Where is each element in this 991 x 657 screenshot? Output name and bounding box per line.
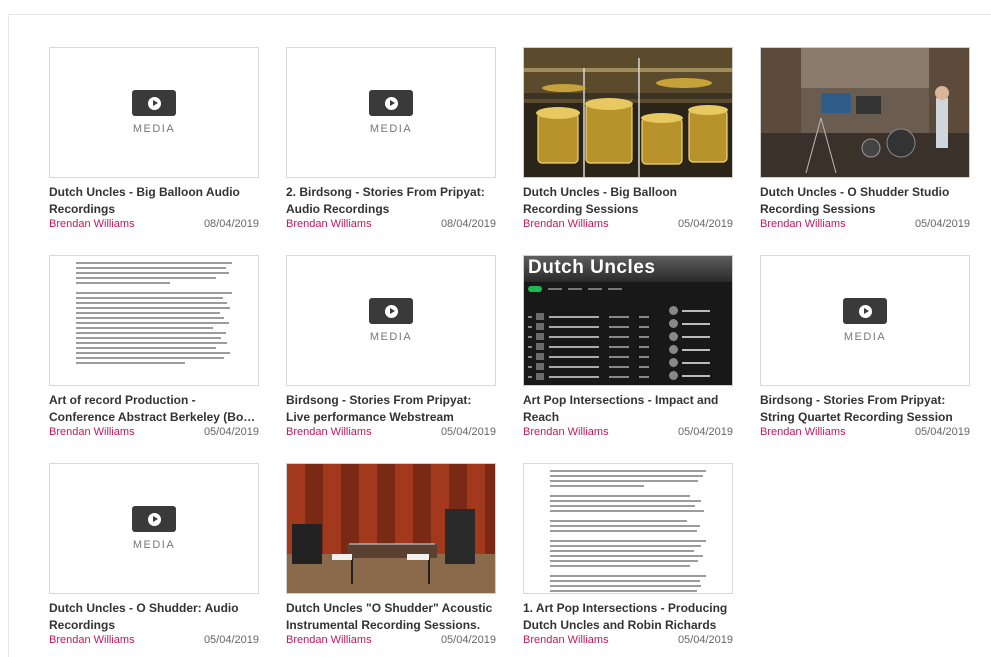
media-card[interactable]: MEDIA 2. Birdsong - Stories From Pripyat… (286, 47, 496, 230)
media-meta: Brendan Williams 05/04/2019 (760, 426, 970, 439)
media-meta: Brendan Williams 05/04/2019 (49, 634, 259, 647)
media-card[interactable]: 1. Art Pop Intersections - Producing Dut… (523, 463, 733, 646)
media-thumbnail[interactable]: MEDIA (286, 47, 496, 178)
media-card[interactable]: MEDIA Dutch Uncles - Big Balloon Audio R… (49, 47, 259, 230)
author-link[interactable]: Brendan Williams (523, 218, 609, 231)
media-card[interactable]: MEDIA Birdsong - Stories From Pripyat: S… (760, 255, 970, 438)
media-meta: Brendan Williams 05/04/2019 (49, 426, 259, 439)
date-label: 05/04/2019 (440, 634, 496, 646)
media-card[interactable]: Dutch Uncles "O Shudder" Acoustic Instru… (286, 463, 496, 646)
stage-photo (287, 464, 495, 593)
media-card[interactable]: Dutch Uncles - O Shudder Studio Recordin… (760, 47, 970, 230)
media-meta: Brendan Williams 05/04/2019 (760, 218, 970, 231)
media-placeholder: MEDIA (287, 256, 495, 385)
media-placeholder: MEDIA (761, 256, 969, 385)
document-preview-image (524, 464, 732, 593)
media-placeholder: MEDIA (50, 464, 258, 593)
date-label: 05/04/2019 (677, 218, 733, 230)
play-icon (843, 298, 887, 324)
author-link[interactable]: Brendan Williams (49, 426, 135, 439)
media-placeholder: MEDIA (50, 48, 258, 177)
author-link[interactable]: Brendan Williams (49, 218, 135, 231)
media-thumbnail[interactable] (760, 47, 970, 178)
media-thumbnail[interactable] (49, 255, 259, 386)
play-icon (369, 90, 413, 116)
media-meta: Brendan Williams 08/04/2019 (286, 218, 496, 231)
date-label: 05/04/2019 (914, 218, 970, 230)
media-thumbnail[interactable]: Dutch Uncles (523, 255, 733, 386)
author-link[interactable]: Brendan Williams (286, 634, 372, 647)
date-label: 05/04/2019 (203, 634, 259, 646)
media-title[interactable]: Birdsong - Stories From Pripyat: Live pe… (286, 392, 496, 426)
media-meta: Brendan Williams 08/04/2019 (49, 218, 259, 231)
media-card[interactable]: Dutch Uncles Art Pop Intersections - Imp… (523, 255, 733, 438)
author-link[interactable]: Brendan Williams (523, 634, 609, 647)
document-preview-image (50, 256, 258, 385)
media-thumbnail[interactable]: MEDIA (760, 255, 970, 386)
media-card[interactable]: Dutch Uncles - Big Balloon Recording Ses… (523, 47, 733, 230)
media-label: MEDIA (132, 539, 176, 551)
date-label: 08/04/2019 (440, 218, 496, 230)
media-thumbnail[interactable]: MEDIA (286, 255, 496, 386)
media-title[interactable]: Dutch Uncles - O Shudder: Audio Recordin… (49, 600, 259, 634)
drum-kit-photo (524, 48, 732, 177)
media-thumbnail[interactable]: MEDIA (49, 463, 259, 594)
media-label: MEDIA (369, 123, 413, 135)
media-meta: Brendan Williams 05/04/2019 (523, 426, 733, 439)
media-meta: Brendan Williams 05/04/2019 (523, 634, 733, 647)
media-card[interactable]: MEDIA Birdsong - Stories From Pripyat: L… (286, 255, 496, 438)
play-icon (369, 298, 413, 324)
media-title[interactable]: Dutch Uncles "O Shudder" Acoustic Instru… (286, 600, 496, 634)
date-label: 05/04/2019 (914, 426, 970, 438)
author-link[interactable]: Brendan Williams (286, 218, 372, 231)
media-label: MEDIA (843, 331, 887, 343)
media-label: MEDIA (132, 123, 176, 135)
media-title[interactable]: 2. Birdsong - Stories From Pripyat: Audi… (286, 184, 496, 218)
date-label: 05/04/2019 (440, 426, 496, 438)
date-label: 08/04/2019 (203, 218, 259, 230)
media-title[interactable]: Art Pop Intersections - Impact and Reach (523, 392, 733, 426)
media-title[interactable]: Birdsong - Stories From Pripyat: String … (760, 392, 970, 426)
media-thumbnail[interactable] (523, 463, 733, 594)
date-label: 05/04/2019 (203, 426, 259, 438)
date-label: 05/04/2019 (677, 426, 733, 438)
media-meta: Brendan Williams 05/04/2019 (286, 634, 496, 647)
media-meta: Brendan Williams 05/04/2019 (523, 218, 733, 231)
author-link[interactable]: Brendan Williams (49, 634, 135, 647)
media-title[interactable]: Dutch Uncles - Big Balloon Audio Recordi… (49, 184, 259, 218)
media-card[interactable]: Art of record Production - Conference Ab… (49, 255, 259, 438)
play-icon (132, 90, 176, 116)
author-link[interactable]: Brendan Williams (523, 426, 609, 439)
media-title[interactable]: Dutch Uncles - O Shudder Studio Recordin… (760, 184, 970, 218)
media-thumbnail[interactable] (286, 463, 496, 594)
media-placeholder: MEDIA (287, 48, 495, 177)
spotify-artist-name: Dutch Uncles (524, 256, 732, 282)
media-title[interactable]: Dutch Uncles - Big Balloon Recording Ses… (523, 184, 733, 218)
media-title[interactable]: 1. Art Pop Intersections - Producing Dut… (523, 600, 733, 634)
media-label: MEDIA (369, 331, 413, 343)
media-thumbnail[interactable]: MEDIA (49, 47, 259, 178)
author-link[interactable]: Brendan Williams (760, 426, 846, 439)
studio-photo (761, 48, 969, 177)
media-card[interactable]: MEDIA Dutch Uncles - O Shudder: Audio Re… (49, 463, 259, 646)
author-link[interactable]: Brendan Williams (286, 426, 372, 439)
media-grid: MEDIA Dutch Uncles - Big Balloon Audio R… (49, 47, 970, 646)
spotify-screenshot: Dutch Uncles (524, 256, 732, 385)
media-thumbnail[interactable] (523, 47, 733, 178)
media-meta: Brendan Williams 05/04/2019 (286, 426, 496, 439)
play-icon (132, 506, 176, 532)
date-label: 05/04/2019 (677, 634, 733, 646)
author-link[interactable]: Brendan Williams (760, 218, 846, 231)
media-title[interactable]: Art of record Production - Conference Ab… (49, 392, 259, 426)
